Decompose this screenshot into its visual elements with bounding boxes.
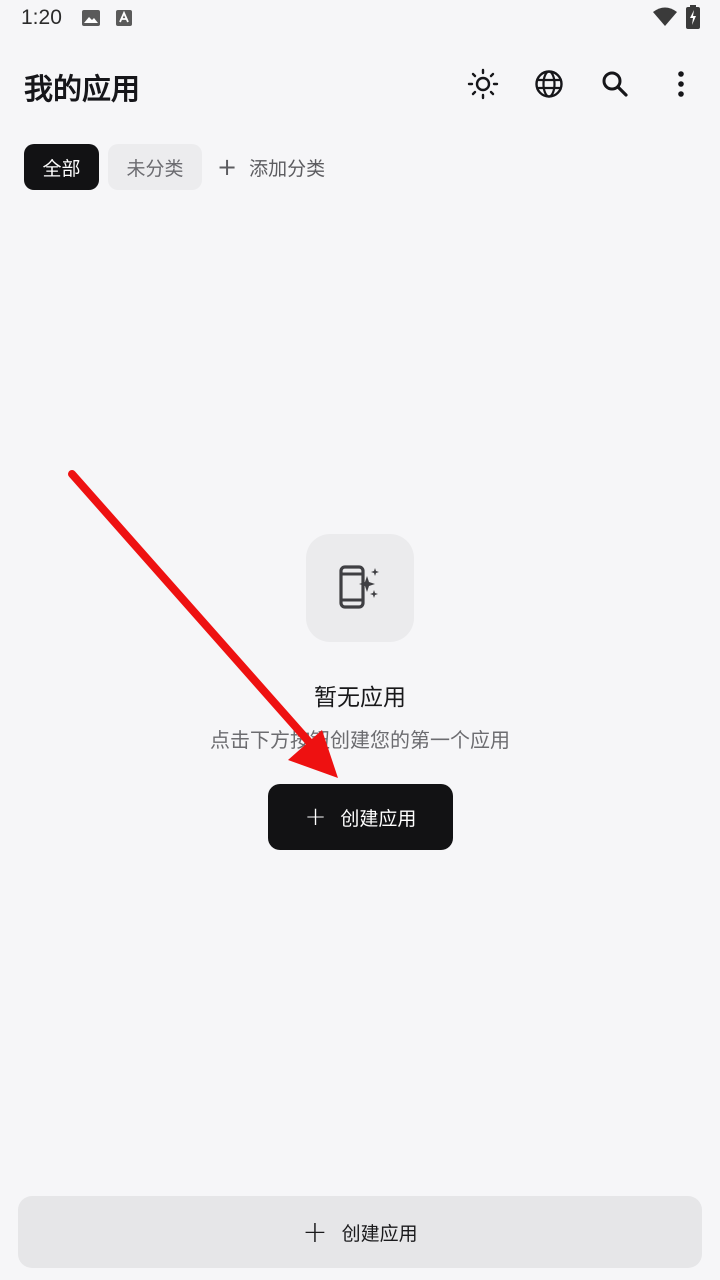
app-bar: 我的应用	[0, 48, 720, 120]
search-icon	[602, 71, 628, 97]
empty-state-description: 点击下方按钮创建您的第一个应用	[210, 728, 510, 752]
theme-toggle-button[interactable]	[459, 60, 507, 108]
create-app-button-label: 创建应用	[340, 807, 417, 830]
status-time: 1:20	[21, 6, 62, 29]
empty-state-icon-box	[306, 534, 414, 642]
more-vert-icon	[678, 71, 684, 97]
language-button[interactable]	[525, 60, 573, 108]
page-title: 我的应用	[24, 72, 141, 106]
tab-uncategorized[interactable]: 未分类	[108, 144, 202, 190]
brightness-icon	[467, 68, 499, 100]
empty-state-title: 暂无应用	[314, 685, 406, 711]
search-button[interactable]	[591, 60, 639, 108]
bottom-create-app-label: 创建应用	[341, 1222, 418, 1245]
image-icon	[81, 9, 101, 31]
globe-icon	[535, 70, 563, 98]
status-bar: 1:20	[0, 0, 720, 40]
more-options-button[interactable]	[657, 60, 705, 108]
plus-icon: +	[302, 1214, 328, 1250]
tab-all[interactable]: 全部	[24, 144, 99, 190]
tab-uncategorized-label: 未分类	[126, 157, 184, 180]
add-category-button[interactable]: + 添加分类	[211, 144, 337, 190]
tab-all-label: 全部	[42, 157, 81, 180]
battery-charging-icon	[686, 5, 700, 33]
add-category-label: 添加分类	[249, 157, 326, 180]
category-tabs: 全部 未分类 + 添加分类	[24, 144, 346, 190]
wifi-icon	[652, 7, 678, 31]
create-app-button[interactable]: + 创建应用	[268, 784, 453, 850]
plus-icon: +	[304, 802, 327, 832]
text-a-icon	[115, 9, 133, 31]
plus-icon: +	[217, 153, 238, 181]
bottom-create-app-button[interactable]: + 创建应用	[18, 1196, 702, 1268]
phone-sparkle-icon	[339, 565, 379, 609]
